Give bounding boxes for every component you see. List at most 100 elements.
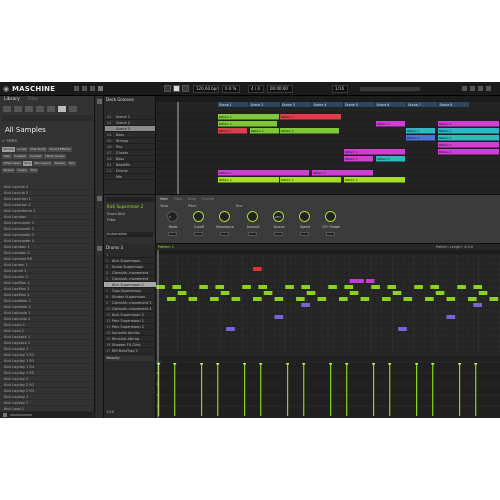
type-chip[interactable]: Tom: [29, 168, 39, 173]
mixer-icon[interactable]: [97, 196, 102, 201]
scene-label: Scene 2: [251, 103, 264, 107]
expand-icon[interactable]: [486, 86, 491, 91]
signature-display[interactable]: 4 / 4: [248, 85, 264, 93]
velocity-handle: [200, 363, 203, 365]
pattern-clip-label: Pattern 1: [281, 129, 294, 133]
note: [430, 285, 440, 289]
arranger-grid[interactable]: Scene 1 Scene 2 Scene 3 Scene 4 Scene 5 Scene…: [156, 96, 500, 194]
tab-amp[interactable]: Amp: [188, 197, 196, 201]
knob[interactable]: [325, 211, 336, 222]
sound-name: Kick Supermoon 3: [112, 313, 144, 317]
record-button[interactable]: [182, 85, 189, 92]
pattern-clip-label: Pattern 1: [439, 136, 452, 140]
preview-volume-slider[interactable]: [10, 414, 32, 416]
knob-value-box[interactable]: [300, 232, 309, 236]
velocity-bar: [432, 364, 434, 416]
sound-rows: 1 2 Kick Supermoon 3 Snare Supermoon 4 Clamshk…: [104, 252, 156, 354]
sound-icon[interactable]: [25, 106, 33, 112]
type-chip[interactable]: Snare: [16, 168, 29, 173]
tab-library[interactable]: Library: [4, 97, 20, 103]
velocity-bar: [459, 364, 461, 416]
type-chip[interactable]: Cymbal: [28, 154, 43, 159]
velocity-handle: [329, 363, 332, 365]
knob[interactable]: [299, 211, 310, 222]
knob[interactable]: [247, 211, 258, 222]
plugin-slot-1[interactable]: Drum Kick: [107, 212, 147, 216]
sound-name: Perc Supermoon 2: [112, 325, 144, 329]
knob-value-box[interactable]: [326, 232, 335, 236]
sound-name: Snare Supermoon: [112, 265, 144, 269]
sound-list: Drums 3 1 2 Kick Supermoon 3 Snare Supermoon…: [104, 244, 156, 418]
type-chip[interactable]: Drums: [2, 147, 15, 152]
settings-icon[interactable]: [470, 86, 475, 91]
instrument-icon[interactable]: [36, 106, 44, 112]
pin-icon[interactable]: [97, 99, 102, 104]
sound-row[interactable]: 17 Riff BeatTrap 5: [104, 348, 156, 354]
type-chip[interactable]: Sound Effects: [48, 147, 72, 152]
knob-value-box[interactable]: [274, 232, 283, 236]
tab-engine[interactable]: Engine: [202, 197, 214, 201]
note: [301, 285, 311, 289]
project-icon[interactable]: [3, 106, 11, 112]
page-indicator: 1/16: [106, 410, 114, 414]
window-icon[interactable]: [82, 86, 87, 91]
group-row[interactable]: Mix: [105, 174, 155, 180]
tab-pitch[interactable]: Pitch: [174, 197, 183, 201]
note: [349, 291, 359, 295]
knob-label: LFO Shape: [322, 225, 340, 229]
note: [231, 297, 241, 301]
group-icon[interactable]: [14, 106, 22, 112]
swing-display[interactable]: 0.0 %: [222, 85, 240, 93]
note: [435, 291, 445, 295]
grid-display[interactable]: 1/16: [332, 85, 348, 93]
knob-value-box[interactable]: [168, 232, 177, 236]
type-chip[interactable]: Kick: [22, 161, 33, 166]
browser-panel: Library Files All Samples > TYPES Drums L…: [0, 96, 95, 418]
automation-slot[interactable]: Automation: [107, 232, 153, 237]
effect-icon[interactable]: [47, 106, 55, 112]
type-chip[interactable]: Shaker: [2, 168, 16, 173]
knob-value-box[interactable]: [220, 232, 229, 236]
cpu-meter: [360, 87, 420, 91]
type-chip[interactable]: Shaker: [53, 161, 67, 166]
type-chip[interactable]: Clap: [2, 154, 12, 159]
type-chip[interactable]: Hihat Open: [2, 161, 22, 166]
arranger-toggle-icon[interactable]: [98, 86, 103, 91]
pattern-editor-grid[interactable]: Pattern 1 Pattern Length: 4:0:0 100 80 60 4…: [156, 244, 500, 418]
sound-name[interactable]: Kick Supermoon 2: [107, 204, 153, 210]
tempo-display[interactable]: 120.00 bpm: [193, 85, 219, 93]
sample-icon[interactable]: [58, 106, 66, 112]
play-button[interactable]: [173, 85, 180, 92]
type-chip[interactable]: Hihat Closed: [43, 154, 66, 159]
loop-icon[interactable]: [69, 106, 77, 112]
knob-value-box[interactable]: [194, 232, 203, 236]
type-chip[interactable]: Percussion: [33, 161, 53, 166]
browser-toggle-icon[interactable]: [90, 86, 95, 91]
note: [172, 285, 182, 289]
knob[interactable]: [193, 211, 204, 222]
note: [355, 279, 364, 283]
plugin-slot-2[interactable]: Filter: [107, 218, 147, 222]
type-chip[interactable]: Rim: [67, 161, 77, 166]
type-chip[interactable]: One Shots: [28, 147, 48, 152]
knob-row: 1 Mode Cutoff Resonance Amount LFO Source Speed…: [160, 209, 500, 245]
keyboard-icon[interactable]: [97, 246, 102, 251]
menu-icon[interactable]: [74, 86, 79, 91]
knob-value-box[interactable]: [248, 232, 257, 236]
pattern-clip-label: Pattern 1: [377, 122, 390, 126]
types-label[interactable]: > TYPES: [2, 139, 17, 143]
velocity-handle: [243, 363, 246, 365]
restart-button[interactable]: [164, 85, 171, 92]
knob[interactable]: [219, 211, 230, 222]
knob-label: Source: [273, 225, 285, 229]
scene-label: Scene 4: [314, 103, 327, 107]
type-chip[interactable]: Loops: [15, 147, 28, 152]
note: [365, 279, 375, 283]
info-icon[interactable]: [3, 413, 7, 417]
velocity-label[interactable]: Velocity: [106, 356, 154, 361]
content-filter[interactable]: [2, 115, 93, 121]
type-chip[interactable]: Cowbell: [12, 154, 28, 159]
tab-main[interactable]: Main: [160, 197, 168, 201]
tab-files[interactable]: Files: [28, 97, 38, 103]
volume-icon[interactable]: [462, 86, 467, 91]
